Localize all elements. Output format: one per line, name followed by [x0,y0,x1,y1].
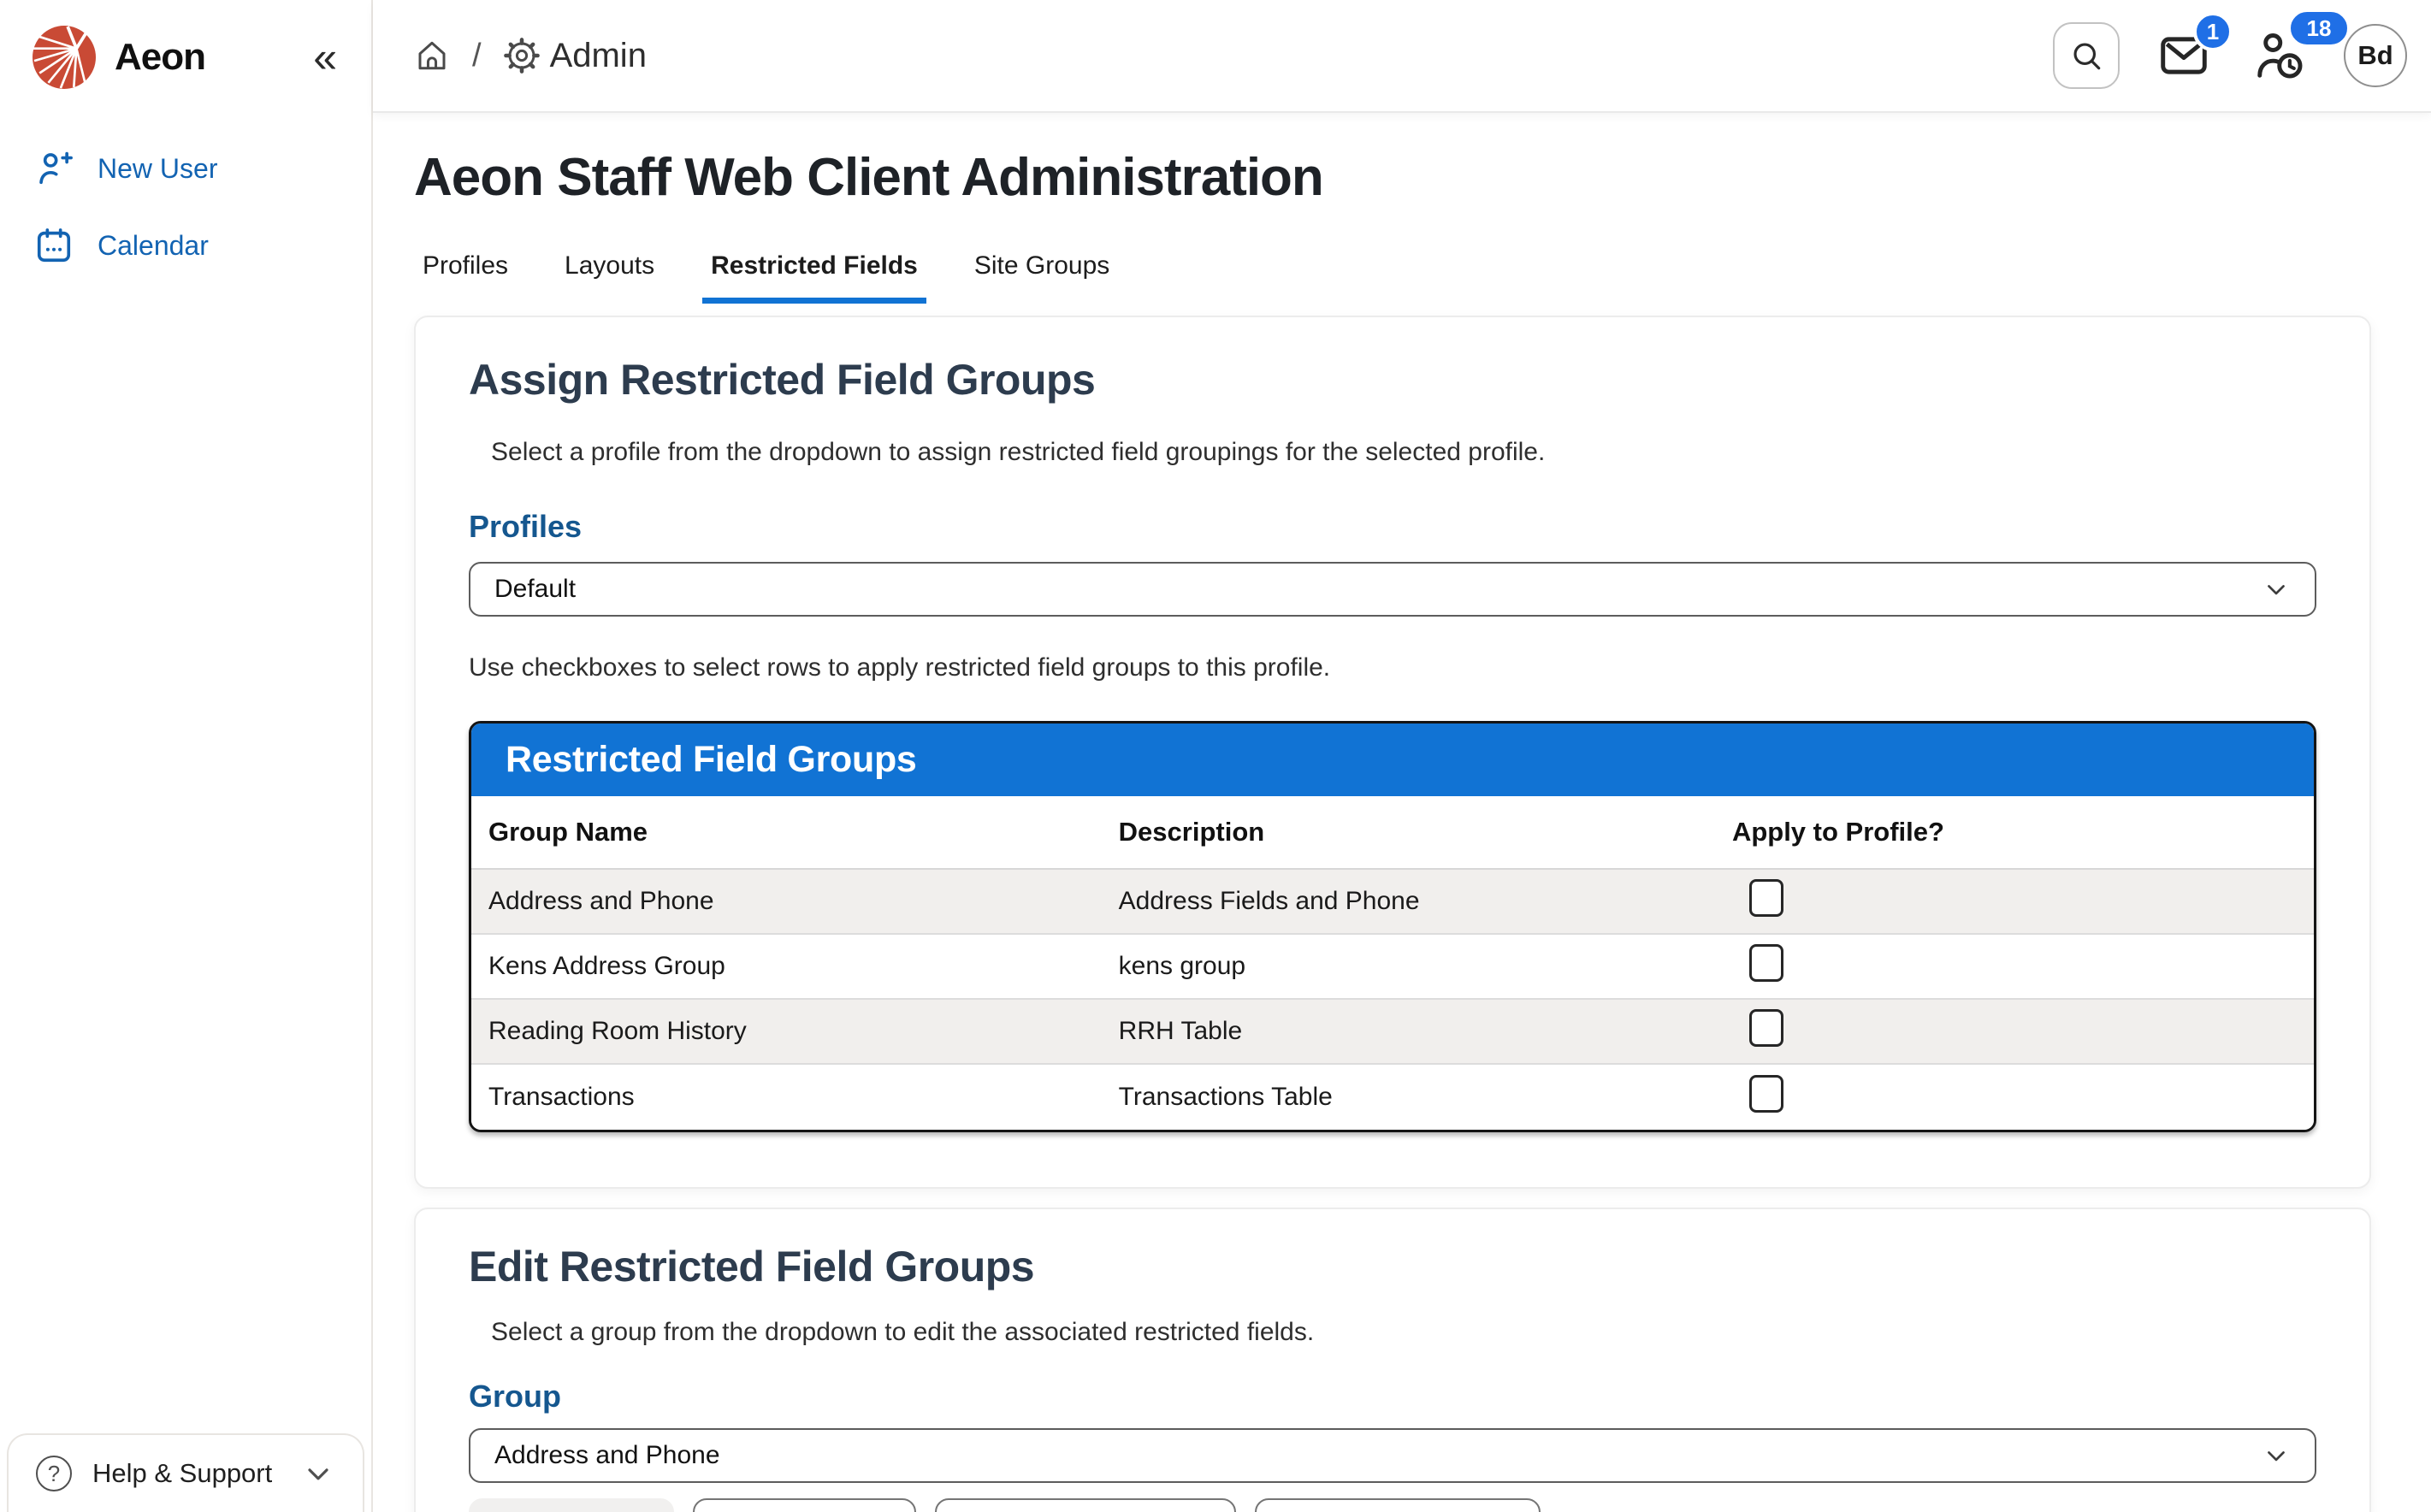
cell-description: Address Fields and Phone [1102,887,1715,916]
tab-restricted-fields[interactable]: Restricted Fields [702,239,926,304]
column-group-name: Group Name [471,796,1102,868]
logo-row: Aeon « [0,0,371,108]
sidebar-nav: New User Calendar [0,130,371,284]
topbar: / Admin [373,0,2431,113]
sidebar-item-calendar[interactable]: Calendar [0,209,371,282]
app-root: Aeon « New User Calend [0,0,2431,1512]
main-area: / Admin [373,0,2431,1512]
topbar-actions: 1 18 Bd [2053,22,2407,89]
table-row: Reading Room History RRH Table [471,1000,2314,1065]
delete-group-button[interactable]: Delete Group [693,1498,915,1512]
assign-card-title: Assign Restricted Field Groups [469,355,2316,405]
table-row: Address and Phone Address Fields and Pho… [471,870,2314,935]
group-actions: Save Group Delete Group Copy to New Grou… [469,1498,2316,1512]
column-apply-to-profile: Apply to Profile? [1715,796,2314,868]
users-badge: 18 [2287,9,2351,48]
chevron-down-icon [301,1456,335,1491]
breadcrumb: / Admin [414,37,647,75]
assign-card-description: Select a profile from the dropdown to as… [469,437,2316,468]
breadcrumb-admin[interactable]: Admin [504,37,647,75]
table-title: Restricted Field Groups [471,724,2314,796]
cell-description: Transactions Table [1102,1083,1715,1112]
home-icon [414,38,450,74]
cell-group-name: Reading Room History [471,1017,1102,1046]
edit-card-description: Select a group from the dropdown to edit… [469,1317,2316,1348]
assign-restricted-field-groups-card: Assign Restricted Field Groups Select a … [414,316,2371,1189]
sidebar: Aeon « New User Calend [0,0,373,1512]
sidebar-collapse-button[interactable]: « [308,36,342,79]
profiles-subheading: Profiles [469,509,2316,545]
group-subheading: Group [469,1379,2316,1415]
cell-description: RRH Table [1102,1017,1715,1046]
help-support-label: Help & Support [92,1458,272,1489]
apply-checkbox[interactable] [1749,879,1783,917]
table-row: Transactions Transactions Table [471,1065,2314,1130]
apply-checkbox[interactable] [1749,1075,1783,1113]
tab-profiles[interactable]: Profiles [414,239,517,304]
chevron-down-icon [2262,1441,2291,1470]
tab-bar: Profiles Layouts Restricted Fields Site … [414,239,2371,304]
profile-select[interactable]: Default [469,562,2316,617]
edit-restricted-field-groups-card: Edit Restricted Field Groups Select a gr… [414,1208,2371,1512]
column-description: Description [1102,796,1715,868]
apply-checkbox[interactable] [1749,944,1783,982]
calendar-icon [34,226,74,265]
checkbox-helper-text: Use checkboxes to select rows to apply r… [469,653,2316,683]
sidebar-item-label: Calendar [98,230,209,262]
search-button[interactable] [2053,22,2120,89]
help-support-button[interactable]: ? Help & Support [7,1433,364,1512]
breadcrumb-home[interactable] [414,38,450,74]
restricted-field-groups-table: Restricted Field Groups Group Name Descr… [469,721,2316,1132]
brand-name: Aeon [115,36,205,79]
cell-group-name: Kens Address Group [471,952,1102,981]
person-add-icon [34,149,74,188]
tab-site-groups[interactable]: Site Groups [966,239,1118,304]
cell-description: kens group [1102,952,1715,981]
group-select-value: Address and Phone [494,1441,720,1470]
table-header-row: Group Name Description Apply to Profile? [471,796,2314,870]
save-group-button[interactable]: Save Group [469,1498,674,1512]
edit-card-title: Edit Restricted Field Groups [469,1242,2316,1291]
chevron-down-icon [2262,575,2291,604]
mail-badge: 1 [2193,12,2233,51]
copy-to-new-group-button[interactable]: Copy to New Group [935,1498,1236,1512]
sidebar-item-label: New User [98,153,217,185]
aeon-logo-icon [33,26,96,89]
gear-icon [504,38,540,74]
table-row: Kens Address Group kens group [471,935,2314,1000]
breadcrumb-page-label: Admin [550,37,647,75]
sidebar-item-new-user[interactable]: New User [0,132,371,205]
apply-checkbox[interactable] [1749,1009,1783,1047]
search-icon [2068,38,2104,74]
user-queue-button[interactable]: 18 [2248,24,2311,87]
breadcrumb-separator: / [470,38,483,74]
tab-layouts[interactable]: Layouts [556,239,663,304]
cell-group-name: Address and Phone [471,887,1102,916]
cell-group-name: Transactions [471,1083,1102,1112]
create-new-group-button[interactable]: Create New Group [1255,1498,1541,1512]
help-icon: ? [36,1456,72,1491]
group-select[interactable]: Address and Phone [469,1428,2316,1483]
avatar[interactable]: Bd [2344,24,2407,87]
page-title: Aeon Staff Web Client Administration [414,149,2371,207]
page-content: Aeon Staff Web Client Administration Pro… [373,113,2431,1512]
profile-select-value: Default [494,575,576,604]
mail-button[interactable]: 1 [2152,24,2215,87]
